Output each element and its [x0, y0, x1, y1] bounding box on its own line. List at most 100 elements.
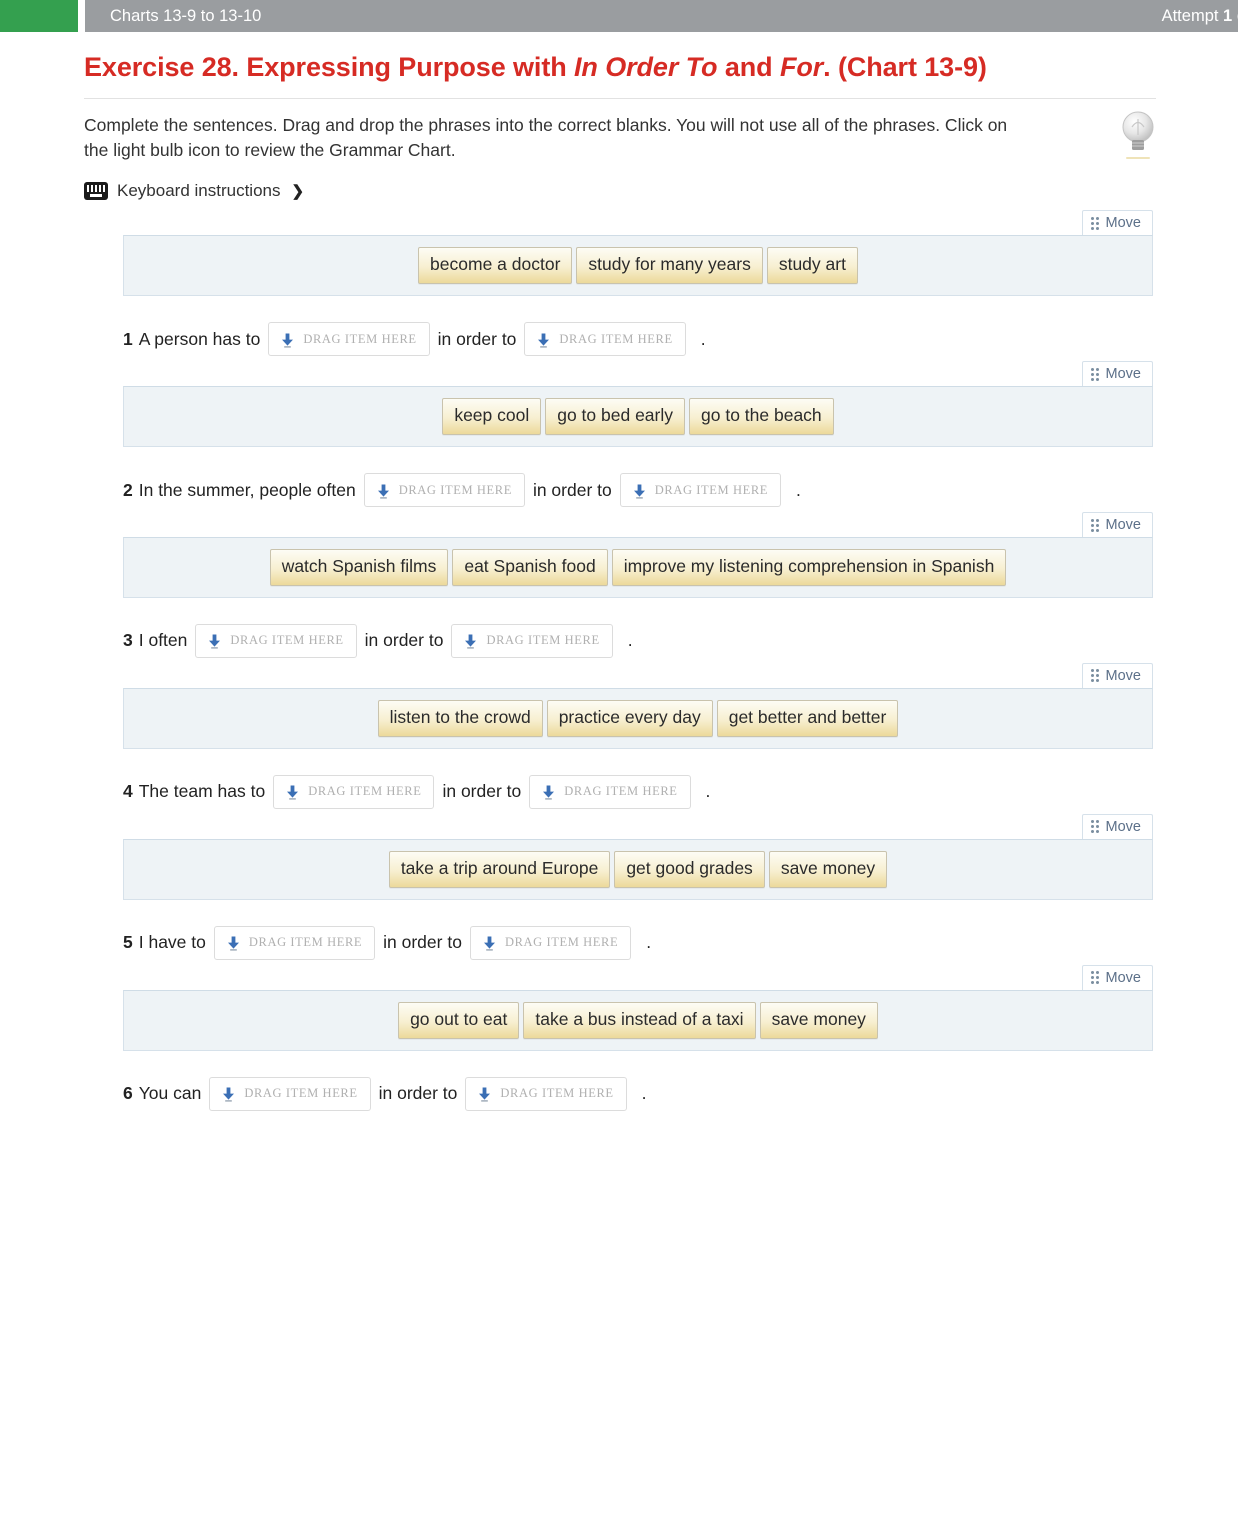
phrase-chip[interactable]: go to the beach — [689, 398, 834, 436]
exercise-items: Move become a doctor study for many years… — [84, 210, 1156, 1111]
move-handle-label: Move — [1105, 969, 1141, 986]
phrase-chip[interactable]: study for many years — [576, 247, 763, 285]
phrase-bank-wrapper: Move take a trip around Europe get good g… — [123, 813, 1153, 900]
sentence-row: 3 I often Drag item here in order to — [123, 623, 1156, 658]
phrase-chip[interactable]: eat Spanish food — [452, 549, 608, 586]
chevron-down-icon: ❯ — [291, 182, 305, 200]
drop-target-label: Drag item here — [308, 784, 422, 799]
drop-target-1[interactable]: Drag item here — [213, 925, 376, 960]
drop-target-1[interactable]: Drag item here — [273, 774, 435, 809]
exercise-item-6: Move go out to eat take a bus instead of … — [84, 964, 1156, 1111]
phrase-chip[interactable]: get better and better — [716, 699, 899, 737]
grip-dots-icon — [1090, 820, 1099, 834]
drop-target-2[interactable]: Drag item here — [465, 1076, 627, 1111]
title-divider — [84, 97, 1156, 99]
phrase-chip[interactable]: go to bed early — [545, 398, 686, 436]
title-segment-2: and — [717, 52, 780, 82]
grip-dots-icon — [1090, 669, 1099, 683]
grip-dots-icon — [1090, 518, 1099, 532]
sentence-row: 6 You can Drag item here in order to — [123, 1076, 1156, 1111]
drop-target-2[interactable]: Drag item here — [451, 623, 613, 658]
sentence-lead-text: I have to — [138, 932, 206, 953]
drop-target-label: Drag item here — [244, 1086, 358, 1101]
sentence-mid-text: in order to — [532, 479, 612, 500]
phrase-bank: listen to the crowd practice every day get… — [123, 687, 1153, 749]
move-handle[interactable]: Move — [1081, 813, 1153, 839]
drop-target-2[interactable]: Drag item here — [469, 925, 632, 960]
drop-target-label: Drag item here — [230, 633, 344, 648]
phrase-chip[interactable]: improve my listening comprehension in Sp… — [611, 549, 1007, 586]
phrase-bank-wrapper: Move keep cool go to bed early go to the b… — [123, 361, 1153, 448]
attempt-status: Attempt 1 o — [1162, 0, 1238, 32]
sentence-mid-text: in order to — [364, 630, 444, 651]
download-arrow-icon — [281, 332, 294, 348]
download-arrow-icon — [478, 1086, 491, 1102]
move-handle-label: Move — [1105, 366, 1141, 383]
item-number: 1 — [123, 328, 133, 349]
move-handle-label: Move — [1105, 517, 1141, 534]
keyboard-instructions-label: Keyboard instructions — [117, 181, 281, 201]
phrase-chip[interactable]: study art — [766, 247, 858, 285]
sentence-lead-text: A person has to — [138, 328, 261, 349]
phrase-chip[interactable]: take a trip around Europe — [388, 850, 611, 888]
drop-target-1[interactable]: Drag item here — [195, 623, 357, 658]
title-segment-1: Exercise 28. Expressing Purpose with — [84, 52, 575, 82]
phrase-chip[interactable]: watch Spanish films — [269, 549, 449, 586]
sentence-lead-text: The team has to — [138, 781, 266, 802]
download-arrow-icon — [537, 332, 550, 348]
drop-target-label: Drag item here — [564, 784, 678, 799]
drop-target-label: Drag item here — [654, 482, 769, 497]
sentence-mid-text: in order to — [442, 781, 522, 802]
drop-target-2[interactable]: Drag item here — [524, 322, 686, 357]
phrase-chip[interactable]: take a bus instead of a taxi — [523, 1001, 756, 1039]
download-arrow-icon — [377, 483, 390, 499]
title-segment-3: . (Chart 13-9) — [823, 52, 987, 82]
instructions-block: Complete the sentences. Drag and drop th… — [84, 111, 1156, 164]
phrase-chip[interactable]: get good grades — [614, 850, 765, 888]
move-handle[interactable]: Move — [1081, 662, 1153, 688]
item-number: 5 — [123, 932, 133, 953]
lightbulb-icon[interactable] — [1116, 105, 1160, 163]
sentence-period: . — [627, 630, 633, 651]
sentence-lead-text: You can — [138, 1083, 202, 1104]
phrase-chip[interactable]: practice every day — [546, 699, 713, 737]
drop-target-1[interactable]: Drag item here — [268, 322, 430, 357]
phrase-chip[interactable]: save money — [768, 850, 888, 888]
keyboard-instructions-toggle[interactable]: Keyboard instructions ❯ — [84, 181, 1156, 201]
sentence-mid-text: in order to — [378, 1083, 458, 1104]
grip-dots-icon — [1090, 367, 1099, 381]
page-title: Exercise 28. Expressing Purpose with In … — [84, 50, 1156, 85]
brand-block — [0, 0, 78, 32]
drop-target-1[interactable]: Drag item here — [363, 473, 525, 508]
move-handle-label: Move — [1105, 818, 1141, 835]
item-number: 4 — [123, 781, 133, 802]
sentence-period: . — [641, 1083, 647, 1104]
exercise-item-1: Move become a doctor study for many years… — [84, 210, 1156, 357]
phrase-bank: take a trip around Europe get good grades… — [123, 838, 1153, 900]
sentence-period: . — [646, 932, 652, 953]
top-bar: Charts 13-9 to 13-10 Attempt 1 o — [0, 0, 1238, 32]
sentence-mid-text: in order to — [437, 328, 517, 349]
drop-target-1[interactable]: Drag item here — [209, 1076, 371, 1111]
drop-target-label: Drag item here — [559, 331, 673, 346]
move-handle[interactable]: Move — [1081, 512, 1153, 538]
drop-target-2[interactable]: Drag item here — [619, 473, 782, 508]
phrase-chip[interactable]: become a doctor — [418, 247, 573, 285]
move-handle[interactable]: Move — [1081, 361, 1153, 387]
move-handle[interactable]: Move — [1081, 964, 1153, 990]
item-number: 2 — [123, 479, 133, 500]
breadcrumb-chapter-title: Charts 13-9 to 13-10 — [110, 7, 262, 25]
phrase-chip[interactable]: listen to the crowd — [377, 699, 543, 737]
drop-target-2[interactable]: Drag item here — [529, 774, 691, 809]
title-italic-in-order-to: In Order To — [574, 52, 718, 82]
phrase-chip[interactable]: keep cool — [442, 398, 542, 436]
phrase-chip[interactable]: save money — [759, 1001, 878, 1039]
download-arrow-icon — [208, 633, 221, 650]
move-handle[interactable]: Move — [1081, 210, 1153, 236]
exercise-item-3: Move watch Spanish films eat Spanish food… — [84, 512, 1156, 658]
exercise-item-5: Move take a trip around Europe get good g… — [84, 813, 1156, 960]
phrase-chip[interactable]: go out to eat — [398, 1001, 520, 1039]
phrase-bank: become a doctor study for many years study… — [123, 235, 1153, 297]
phrase-bank-wrapper: Move become a doctor study for many years… — [123, 210, 1153, 297]
download-arrow-icon — [227, 935, 240, 951]
